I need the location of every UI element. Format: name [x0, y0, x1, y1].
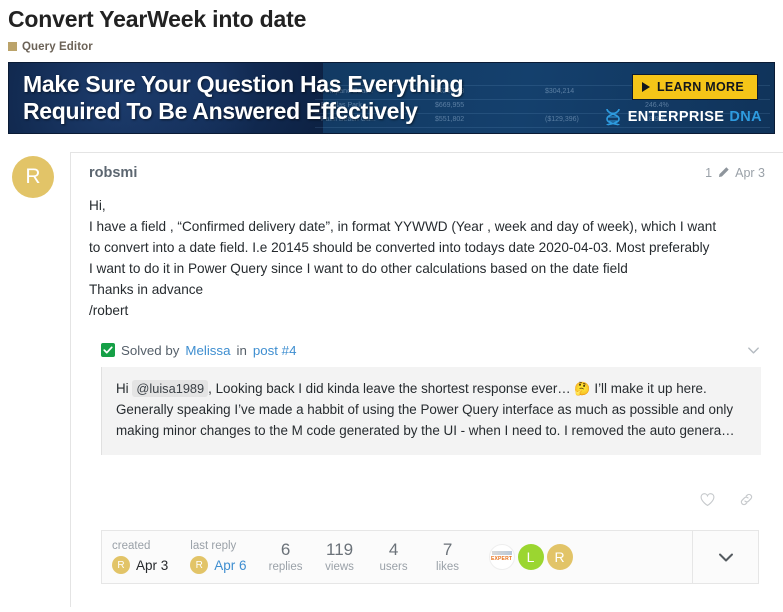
expert-badge-avatar[interactable]: EXPERT: [488, 543, 515, 570]
post-body-line: I want to do it in Power Query since I w…: [89, 260, 628, 276]
expert-badge-bar: [491, 550, 512, 555]
post-card: robsmi 1 Apr 3 Hi, I have a field , “Con…: [70, 151, 783, 607]
post-meta: 1 Apr 3: [705, 166, 765, 180]
first-post: R robsmi 1 Apr 3 Hi, I have a field , “C…: [0, 151, 783, 607]
avatar[interactable]: R: [546, 543, 573, 570]
views-label: views: [325, 560, 354, 573]
avatar[interactable]: R: [190, 556, 209, 575]
chevron-down-icon[interactable]: [746, 343, 761, 358]
banner-headline: Make Sure Your Question Has Everything R…: [23, 70, 464, 125]
chevron-down-icon: [718, 553, 733, 562]
users-count: 4: [388, 539, 399, 559]
last-reply-label: last reply: [190, 540, 237, 553]
topic-header: Convert YearWeek into date Query Editor: [0, 0, 783, 53]
stat-views: 119 views: [323, 540, 357, 574]
learn-more-button[interactable]: LEARN MORE: [631, 73, 758, 100]
quote-greeting: Hi: [116, 380, 129, 396]
users-label: users: [379, 560, 408, 573]
stat-users: 4 users: [377, 540, 411, 574]
avatar[interactable]: L: [517, 543, 544, 570]
stat-created: created R Apr 3: [112, 539, 169, 575]
stat-likes: 7 likes: [431, 540, 465, 574]
logo-dna-text: DNA: [729, 108, 762, 125]
user-mention[interactable]: @luisa1989: [132, 379, 209, 397]
created-date: Apr 3: [136, 557, 169, 573]
page-title: Convert YearWeek into date: [8, 6, 307, 32]
post-body-line: Thanks in advance: [89, 281, 204, 297]
banner-bg-label: ($129,396): [545, 115, 579, 123]
avatar[interactable]: R: [12, 155, 54, 198]
accepted-answer-excerpt: Hi @luisa1989, Looking back I did kinda …: [101, 366, 761, 455]
post-date: Apr 3: [735, 165, 765, 180]
likes-count: 7: [442, 539, 453, 559]
banner-bg-label: $304,214: [545, 87, 575, 95]
play-icon: [641, 81, 650, 92]
post-number: 1: [705, 165, 713, 180]
link-icon[interactable]: [738, 491, 755, 508]
solver-link[interactable]: Melissa: [185, 343, 230, 358]
accepted-answer-header[interactable]: Solved by Melissa in post #4: [89, 343, 761, 358]
avatar[interactable]: R: [112, 556, 130, 575]
post-body-line: Hi,: [89, 197, 106, 213]
expert-badge-label: EXPERT: [490, 555, 513, 562]
stat-replies: 6 replies: [269, 540, 303, 574]
expand-topic-button[interactable]: [692, 530, 758, 583]
pencil-icon: [717, 166, 730, 179]
created-label: created: [112, 540, 151, 553]
breadcrumb[interactable]: Query Editor: [8, 41, 783, 53]
post-body-line: /robert: [89, 302, 129, 318]
accepted-answer: Solved by Melissa in post #4 Hi @luisa19…: [89, 343, 765, 455]
heart-icon[interactable]: [699, 491, 716, 508]
post-avatar-column: R: [8, 152, 70, 198]
category-link[interactable]: Query Editor: [22, 41, 93, 53]
logo-enterprise-text: ENTERPRISE: [627, 108, 725, 125]
thinking-face-emoji: 🤔: [574, 380, 591, 396]
topic-stats-bar: created R Apr 3 last reply R Apr 6 6 rep…: [101, 529, 759, 584]
replies-count: 6: [280, 539, 291, 559]
banner-headline-line2: Required To Be Answered Effectively: [23, 97, 418, 124]
last-reply-date[interactable]: Apr 6: [214, 558, 246, 573]
views-count: 119: [326, 539, 354, 559]
solution-post-link[interactable]: post #4: [253, 343, 297, 358]
post-actions: [89, 491, 765, 508]
dna-helix-icon: [603, 107, 623, 127]
solved-by-label: Solved by: [121, 342, 180, 358]
likes-label: likes: [436, 560, 460, 573]
enterprise-dna-logo: ENTERPRISE DNA: [603, 107, 762, 127]
banner-headline-line1: Make Sure Your Question Has Everything: [23, 70, 464, 97]
participants: EXPERT L R: [488, 543, 573, 570]
replies-label: replies: [268, 560, 303, 573]
post-body-line: to convert into a date field. I.e 20145 …: [89, 239, 710, 255]
post-body: Hi, I have a field , “Confirmed delivery…: [89, 195, 765, 321]
solved-middle-label: in: [236, 342, 247, 358]
post-author[interactable]: robsmi: [89, 165, 137, 181]
quote-text-part1: , Looking back I did kinda leave the sho…: [208, 380, 571, 396]
post-header: robsmi 1 Apr 3: [89, 165, 765, 181]
category-color-swatch: [8, 42, 17, 52]
check-icon: [101, 343, 115, 358]
learn-more-label: LEARN MORE: [656, 79, 744, 94]
promo-banner[interactable]: Pompano Beach $626,618 $304,214 94.4% Pi…: [8, 61, 775, 134]
topic-page: Convert YearWeek into date Query Editor …: [0, 0, 783, 612]
post-body-line: I have a field , “Confirmed delivery dat…: [89, 218, 717, 234]
topic-stats: created R Apr 3 last reply R Apr 6 6 rep…: [102, 531, 692, 583]
stat-last-reply: last reply R Apr 6: [190, 539, 247, 575]
